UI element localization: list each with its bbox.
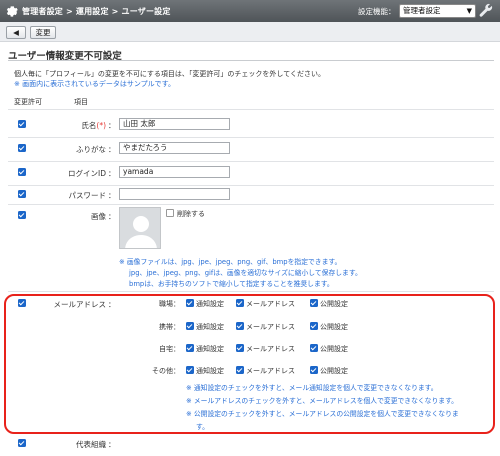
image-note: bmpは、お手持ちのソフトで縮小して指定することを推奨します。 (129, 280, 334, 288)
mail-address-label: メールアドレス (246, 323, 295, 331)
permission-checkbox-login-id[interactable] (18, 168, 26, 176)
permission-checkbox-mail[interactable] (18, 299, 26, 307)
mail-work-notify-checkbox[interactable] (186, 299, 194, 307)
field-label-name: 氏名(*) (50, 120, 106, 131)
mail-home-address-checkbox[interactable] (236, 344, 244, 352)
setting-function-select[interactable]: 管理者設定 ▼ (399, 4, 476, 18)
mail-type-name: 携帯 (159, 323, 173, 331)
colon: ： (108, 300, 116, 309)
mail-type-name: 職場 (159, 300, 173, 308)
colon: ： (108, 169, 116, 178)
notify-label: 通知設定 (196, 367, 224, 375)
public-label: 公開設定 (320, 323, 348, 331)
column-header-permission: 変更許可 (14, 98, 42, 106)
top-bar: 管理者設定 > 運用設定 > ユーザー設定 設定機能： 管理者設定 ▼ (0, 0, 500, 22)
colon: ： (108, 440, 116, 449)
delete-image-label: 削除する (177, 210, 205, 218)
field-label-text: 氏名 (81, 121, 97, 130)
mail-mobile-address-checkbox[interactable] (236, 322, 244, 330)
divider (8, 109, 494, 110)
page-description: 個人毎に「プロフィール」の変更を不可にする項目は、「変更許可」のチェックを外して… (14, 70, 326, 78)
public-label: 公開設定 (320, 345, 348, 353)
wrench-icon[interactable] (478, 3, 494, 19)
column-header-item: 項目 (74, 98, 88, 106)
image-note: jpg、jpe、jpeg、png、gifは、画像を適切なサイズに縮小して保存しま… (129, 269, 362, 277)
mail-type-label: 自宅： (159, 345, 180, 353)
setting-function-value: 管理者設定 (403, 6, 441, 15)
mail-home-notify-checkbox[interactable] (186, 344, 194, 352)
permission-checkbox-kana[interactable] (18, 144, 26, 152)
field-label-login-id: ログインID (68, 169, 106, 178)
title-divider (8, 60, 494, 61)
colon: ： (108, 191, 116, 200)
permission-checkbox-name[interactable] (18, 120, 26, 128)
field-label-image: 画像 (91, 212, 106, 221)
colon: ： (108, 212, 116, 221)
mail-type-label: その他： (152, 367, 180, 375)
mail-address-label: メールアドレス (246, 367, 295, 375)
mail-work-public-checkbox[interactable] (310, 299, 318, 307)
colon: ： (108, 121, 116, 130)
divider (8, 204, 494, 205)
sample-note: ※ 画面内に表示されているデータはサンプルです。 (14, 80, 175, 88)
field-label-password: パスワード (68, 191, 107, 200)
delete-image-checkbox[interactable] (166, 209, 174, 217)
mail-address-label: メールアドレス (246, 345, 295, 353)
image-note: ※ 画像ファイルは、jpg、jpe、jpeg、png、gif、bmpを指定できま… (119, 258, 342, 266)
notify-label: 通知設定 (196, 323, 224, 331)
mail-mobile-public-checkbox[interactable] (310, 322, 318, 330)
mail-type-name: 自宅 (159, 345, 173, 353)
mail-type-name: その他 (152, 367, 173, 375)
divider (8, 161, 494, 162)
gear-icon (4, 4, 18, 18)
field-label-organization: 代表組織 (76, 440, 106, 449)
public-label: 公開設定 (320, 300, 348, 308)
divider (8, 291, 494, 292)
mail-other-address-checkbox[interactable] (236, 366, 244, 374)
mail-address-label: メールアドレス (246, 300, 295, 308)
permission-checkbox-password[interactable] (18, 190, 26, 198)
kana-field[interactable]: やまだたろう (119, 142, 230, 154)
mail-note: す。 (196, 423, 209, 431)
mail-note: ※ 通知設定のチェックを外すと、メール通知設定を個人で変更できなくなります。 (186, 384, 438, 392)
back-button[interactable]: ◀ (6, 26, 26, 39)
mail-type-label: 職場： (159, 300, 180, 308)
mail-home-public-checkbox[interactable] (310, 344, 318, 352)
notify-label: 通知設定 (196, 345, 224, 353)
avatar (119, 207, 161, 249)
password-field[interactable] (119, 188, 230, 200)
setting-function-label: 設定機能： (358, 7, 396, 16)
mail-note: ※ メールアドレスのチェックを外すと、メールアドレスを個人で変更できなくなります… (186, 397, 458, 405)
public-label: 公開設定 (320, 367, 348, 375)
mail-mobile-notify-checkbox[interactable] (186, 322, 194, 330)
required-mark: (*) (96, 121, 106, 130)
login-id-field[interactable]: yamada (119, 166, 230, 178)
main-content: ユーザー情報変更不可設定 個人毎に「プロフィール」の変更を不可にする項目は、「変… (0, 43, 500, 456)
divider (8, 137, 494, 138)
notify-label: 通知設定 (196, 300, 224, 308)
colon: ： (108, 145, 116, 154)
divider (8, 185, 494, 186)
field-label-kana: ふりがな (76, 145, 106, 154)
breadcrumb[interactable]: 管理者設定 > 運用設定 > ユーザー設定 (22, 6, 171, 17)
mail-other-notify-checkbox[interactable] (186, 366, 194, 374)
mail-other-public-checkbox[interactable] (310, 366, 318, 374)
mail-type-label: 携帯： (159, 323, 180, 331)
name-field[interactable]: 山田 太郎 (119, 118, 230, 130)
chevron-down-icon: ▼ (466, 7, 472, 15)
mail-note: ※ 公開設定のチェックを外すと、メールアドレスの公開設定を個人で変更できなくなり… (186, 410, 459, 418)
field-label-mail: メールアドレス (53, 300, 107, 309)
permission-checkbox-image[interactable] (18, 211, 26, 219)
permission-checkbox-organization[interactable] (18, 439, 26, 447)
change-button[interactable]: 変更 (30, 26, 56, 39)
mail-work-address-checkbox[interactable] (236, 299, 244, 307)
action-bar: ◀ 変更 (0, 22, 500, 42)
